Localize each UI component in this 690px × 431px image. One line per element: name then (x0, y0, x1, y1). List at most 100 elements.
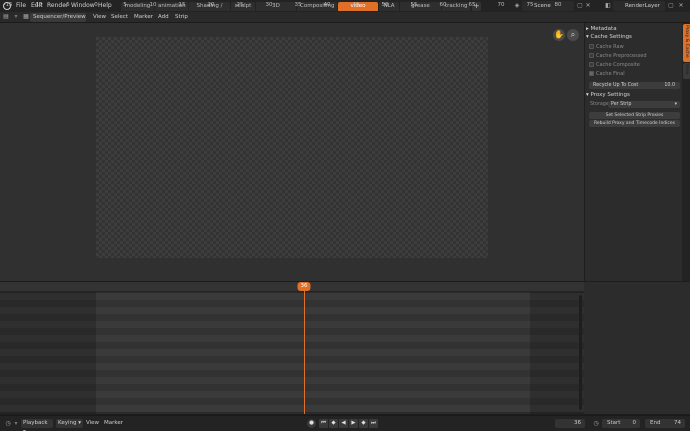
next-keyframe-icon[interactable]: ◆ (359, 419, 368, 428)
ruler-tick: 65 (468, 2, 476, 8)
workspace-tab-grease-pencil[interactable]: grease pencil (400, 2, 441, 18)
ruler-tick: -15 (3, 2, 13, 8)
ruler-tick: 70 (497, 2, 505, 8)
recycle-cost-value: 10.0 (664, 83, 675, 88)
keying-label: Keying (58, 420, 77, 426)
menu-window[interactable]: Window (71, 1, 95, 11)
tab-view[interactable]: View (683, 63, 690, 79)
preview-range-clock-icon[interactable]: ◷ (592, 420, 600, 428)
tab-proxy-cache-label: Proxy & Cache (684, 25, 689, 58)
ruler-tick: 75 (526, 2, 534, 8)
jump-to-start-icon[interactable]: ⏮ (319, 419, 328, 428)
render-layer-icon: ◧ (605, 2, 611, 9)
sequencer-mode-icon: ▦ (23, 13, 29, 20)
ruler-tick: 40 (323, 2, 331, 8)
cache-final-label: Cache Final (596, 71, 625, 77)
cache-preprocessed-label: Cache Preprocessed (596, 53, 647, 59)
editor-type-dropdown-icon[interactable]: ▾ (12, 420, 20, 428)
menu-help[interactable]: Help (98, 1, 112, 11)
set-selected-strip-proxies-button[interactable]: Set Selected Strip Proxies (589, 112, 680, 119)
playback-dropdown[interactable]: Playback ▾ (21, 419, 53, 431)
header-menu-strip[interactable]: Strip (175, 13, 188, 22)
panel-cache-settings[interactable]: ▾ Cache Settings (586, 33, 632, 41)
checkbox-cache-final[interactable]: Cache Final (589, 70, 625, 78)
menu-file[interactable]: File (16, 1, 26, 11)
timeline-menu-view[interactable]: View (86, 419, 99, 428)
delete-render-layer-icon[interactable]: ✕ (677, 2, 685, 10)
play-reverse-icon[interactable]: ◀ (339, 419, 348, 428)
storage-dropdown[interactable]: Per Strip ▾ (608, 101, 680, 108)
out-of-range-shade-end (530, 292, 584, 414)
end-frame-field[interactable]: End 74 (645, 419, 685, 428)
ruler-tick: 15 (178, 2, 186, 8)
current-frame-indicator[interactable]: 36 (297, 282, 311, 291)
zoom-view-icon[interactable]: ⌕ (567, 29, 579, 41)
ruler-tick: 35 (294, 2, 302, 8)
storage-chevron-down-icon: ▾ (674, 102, 677, 107)
workspace-tab-compositing[interactable]: Compositing (297, 2, 337, 11)
header-menu-add[interactable]: Add (158, 13, 169, 22)
header-menu-view[interactable]: View (93, 13, 106, 22)
ruler-tick: 30 (265, 2, 273, 8)
prev-keyframe-icon[interactable]: ◆ (329, 419, 338, 428)
timeline-menu-marker[interactable]: Marker (104, 419, 123, 428)
cache-composite-label: Cache Composite (596, 62, 640, 68)
ruler-tick: 20 (207, 2, 215, 8)
tab-proxy-cache[interactable]: Proxy & Cache (683, 24, 690, 62)
frame-ruler[interactable] (0, 282, 584, 292)
workspace-tab-3d-texturing[interactable]: 3D texturing (256, 2, 296, 18)
start-label: Start (607, 420, 621, 426)
checkbox-cache-raw[interactable]: Cache Raw (589, 43, 624, 51)
ruler-tick: 25 (236, 2, 244, 8)
checkbox-cache-preprocessed[interactable]: Cache Preprocessed (589, 52, 647, 60)
panel-proxy-settings-label: Proxy Settings (590, 92, 630, 98)
header-menu-marker[interactable]: Marker (134, 13, 153, 22)
sequencer-side-region (584, 282, 690, 414)
scene-icon: ◈ (514, 2, 520, 9)
panel-proxy-settings[interactable]: ▾ Proxy Settings (586, 91, 630, 99)
new-scene-icon[interactable]: ▢ (576, 2, 584, 10)
delete-scene-icon[interactable]: ✕ (584, 2, 592, 10)
ruler-tick: 80 (554, 2, 562, 8)
current-frame-field[interactable]: 36 (555, 419, 585, 428)
view-type-dropdown[interactable]: Sequencer/Preview (30, 13, 86, 22)
ruler-tick: 60 (439, 2, 447, 8)
preview-canvas[interactable] (96, 37, 488, 258)
panel-metadata[interactable]: ▸ Metadata (586, 25, 617, 33)
cache-raw-label: Cache Raw (596, 44, 624, 50)
jump-to-end-icon[interactable]: ⏭ (369, 419, 378, 428)
panel-metadata-label: Metadata (590, 26, 617, 32)
ruler-tick: 0 (94, 2, 98, 8)
storage-label: Storage (590, 102, 609, 107)
tab-view-label: View (684, 64, 689, 75)
keying-dropdown[interactable]: Keying ▾ (56, 419, 83, 428)
rebuild-proxy-button[interactable]: Rebuild Proxy and Timecode Indices (589, 120, 680, 127)
storage-value: Per Strip (611, 102, 632, 107)
clock-icon[interactable]: ◷ (4, 420, 12, 428)
pan-view-icon[interactable]: ✋ (553, 29, 565, 41)
playback-label: Playback (23, 420, 48, 426)
new-render-layer-icon[interactable]: ▢ (667, 2, 675, 10)
playhead-line[interactable] (304, 290, 305, 414)
ruler-tick: 45 (352, 2, 360, 8)
ruler-tick: 10 (149, 2, 157, 8)
checkbox-cache-composite[interactable]: Cache Composite (589, 61, 640, 69)
record-icon[interactable]: ● (307, 419, 316, 428)
ruler-tick: 5 (123, 2, 127, 8)
end-label: End (650, 420, 661, 426)
render-layer-selector[interactable]: RenderLayer (613, 1, 665, 11)
editor-type-icon[interactable]: ▤ (2, 13, 10, 21)
out-of-range-shade-start (0, 292, 96, 414)
ruler-tick: -5 (64, 2, 70, 8)
end-value: 74 (674, 420, 681, 426)
vertical-scrollbar[interactable] (579, 295, 582, 410)
ruler-tick: -10 (33, 2, 43, 8)
start-frame-field[interactable]: Start 0 (602, 419, 640, 428)
editor-type-dropdown-icon[interactable]: ▾ (12, 13, 20, 21)
play-icon[interactable]: ▶ (349, 419, 358, 428)
header-menu-select[interactable]: Select (111, 13, 128, 22)
recycle-cost-field[interactable]: Recycle Up To Cost 10.0 (589, 82, 680, 89)
ruler-tick: 55 (410, 2, 418, 8)
panel-cache-settings-label: Cache Settings (590, 34, 632, 40)
start-value: 0 (632, 420, 637, 426)
